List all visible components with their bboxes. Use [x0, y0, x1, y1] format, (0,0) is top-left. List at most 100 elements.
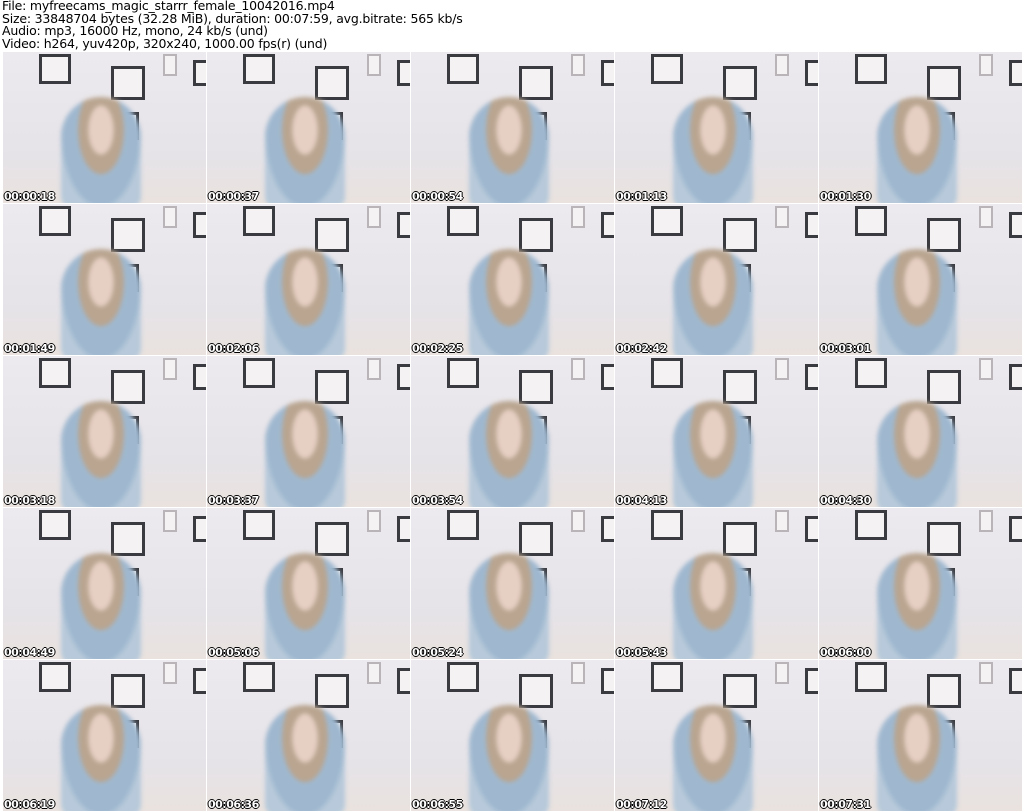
wall-frame	[805, 668, 818, 694]
video-thumbnail: 00:03:01	[819, 204, 1022, 355]
wall-frame	[855, 54, 887, 84]
video-thumbnail: 00:00:54	[411, 52, 614, 203]
video-frame-content	[877, 97, 957, 203]
wall-frame	[111, 522, 145, 556]
timestamp: 00:03:37	[208, 494, 259, 507]
thumbnail-grid: 00:00:18 00:00:37 00:00:54 00:01:13 00:01:30…	[3, 52, 1022, 811]
video-thumbnail: 00:00:37	[207, 52, 410, 203]
wall-frame	[571, 54, 585, 76]
wall-frame	[979, 54, 993, 76]
wall-frame	[193, 668, 206, 694]
video-thumbnail: 00:01:49	[3, 204, 206, 355]
wall-frame	[519, 674, 553, 708]
video-frame-content	[469, 249, 549, 355]
video-frame-content	[673, 705, 753, 811]
video-thumbnail: 00:01:13	[615, 52, 818, 203]
wall-frame	[805, 516, 818, 542]
timestamp: 00:02:06	[208, 342, 259, 355]
timestamp: 00:00:18	[4, 190, 55, 203]
wall-frame	[571, 206, 585, 228]
wall-frame	[367, 358, 381, 380]
wall-frame	[193, 364, 206, 390]
wall-frame	[193, 516, 206, 542]
wall-frame	[447, 206, 479, 236]
wall-frame	[39, 662, 71, 692]
wall-frame	[193, 60, 206, 86]
video-frame-content	[877, 705, 957, 811]
wall-frame	[805, 60, 818, 86]
video-frame-content	[469, 705, 549, 811]
video-frame-content	[469, 553, 549, 659]
wall-frame	[447, 510, 479, 540]
wall-frame	[111, 218, 145, 252]
timestamp: 00:00:54	[412, 190, 463, 203]
wall-frame	[163, 510, 177, 532]
wall-frame	[979, 510, 993, 532]
wall-frame	[979, 662, 993, 684]
timestamp: 00:03:01	[820, 342, 871, 355]
video-info-line: Video: h264, yuv420p, 320x240, 1000.00 f…	[2, 35, 328, 51]
video-thumbnail: 00:06:36	[207, 660, 410, 811]
video-thumbnail: 00:02:06	[207, 204, 410, 355]
wall-frame	[979, 358, 993, 380]
wall-frame	[397, 364, 410, 390]
video-frame-content	[469, 401, 549, 507]
video-thumbnail: 00:07:12	[615, 660, 818, 811]
timestamp: 00:06:36	[208, 798, 259, 811]
wall-frame	[315, 370, 349, 404]
wall-frame	[163, 54, 177, 76]
timestamp: 00:06:00	[820, 646, 871, 659]
wall-frame	[39, 54, 71, 84]
video-frame-content	[265, 249, 345, 355]
video-thumbnail: 00:00:18	[3, 52, 206, 203]
wall-frame	[723, 218, 757, 252]
wall-frame	[855, 510, 887, 540]
wall-frame	[519, 370, 553, 404]
wall-frame	[1009, 668, 1022, 694]
timestamp: 00:05:24	[412, 646, 463, 659]
wall-frame	[805, 364, 818, 390]
timestamp: 00:04:13	[616, 494, 667, 507]
video-thumbnail: 00:04:49	[3, 508, 206, 659]
timestamp: 00:01:13	[616, 190, 667, 203]
wall-frame	[927, 66, 961, 100]
wall-frame	[1009, 60, 1022, 86]
wall-frame	[111, 66, 145, 100]
video-frame-content	[469, 97, 549, 203]
timestamp: 00:03:18	[4, 494, 55, 507]
video-thumbnail: 00:02:42	[615, 204, 818, 355]
wall-frame	[447, 662, 479, 692]
wall-frame	[601, 60, 614, 86]
wall-frame	[163, 206, 177, 228]
wall-frame	[927, 674, 961, 708]
wall-frame	[651, 54, 683, 84]
wall-frame	[927, 370, 961, 404]
timestamp: 00:01:30	[820, 190, 871, 203]
wall-frame	[1009, 516, 1022, 542]
video-thumbnail: 00:04:13	[615, 356, 818, 507]
wall-frame	[651, 510, 683, 540]
wall-frame	[397, 212, 410, 238]
wall-frame	[397, 60, 410, 86]
wall-frame	[243, 358, 275, 388]
wall-frame	[397, 516, 410, 542]
wall-frame	[1009, 212, 1022, 238]
video-thumbnail: 00:05:06	[207, 508, 410, 659]
video-frame-content	[61, 249, 141, 355]
video-thumbnail: 00:05:43	[615, 508, 818, 659]
wall-frame	[979, 206, 993, 228]
video-thumbnail: 00:06:00	[819, 508, 1022, 659]
video-frame-content	[877, 401, 957, 507]
video-thumbnail: 00:07:31	[819, 660, 1022, 811]
wall-frame	[651, 662, 683, 692]
wall-frame	[447, 54, 479, 84]
wall-frame	[927, 218, 961, 252]
wall-frame	[1009, 364, 1022, 390]
video-thumbnail: 00:06:55	[411, 660, 614, 811]
video-thumbnail: 00:03:54	[411, 356, 614, 507]
wall-frame	[775, 662, 789, 684]
timestamp: 00:03:54	[412, 494, 463, 507]
wall-frame	[601, 516, 614, 542]
video-frame-content	[61, 401, 141, 507]
wall-frame	[163, 662, 177, 684]
